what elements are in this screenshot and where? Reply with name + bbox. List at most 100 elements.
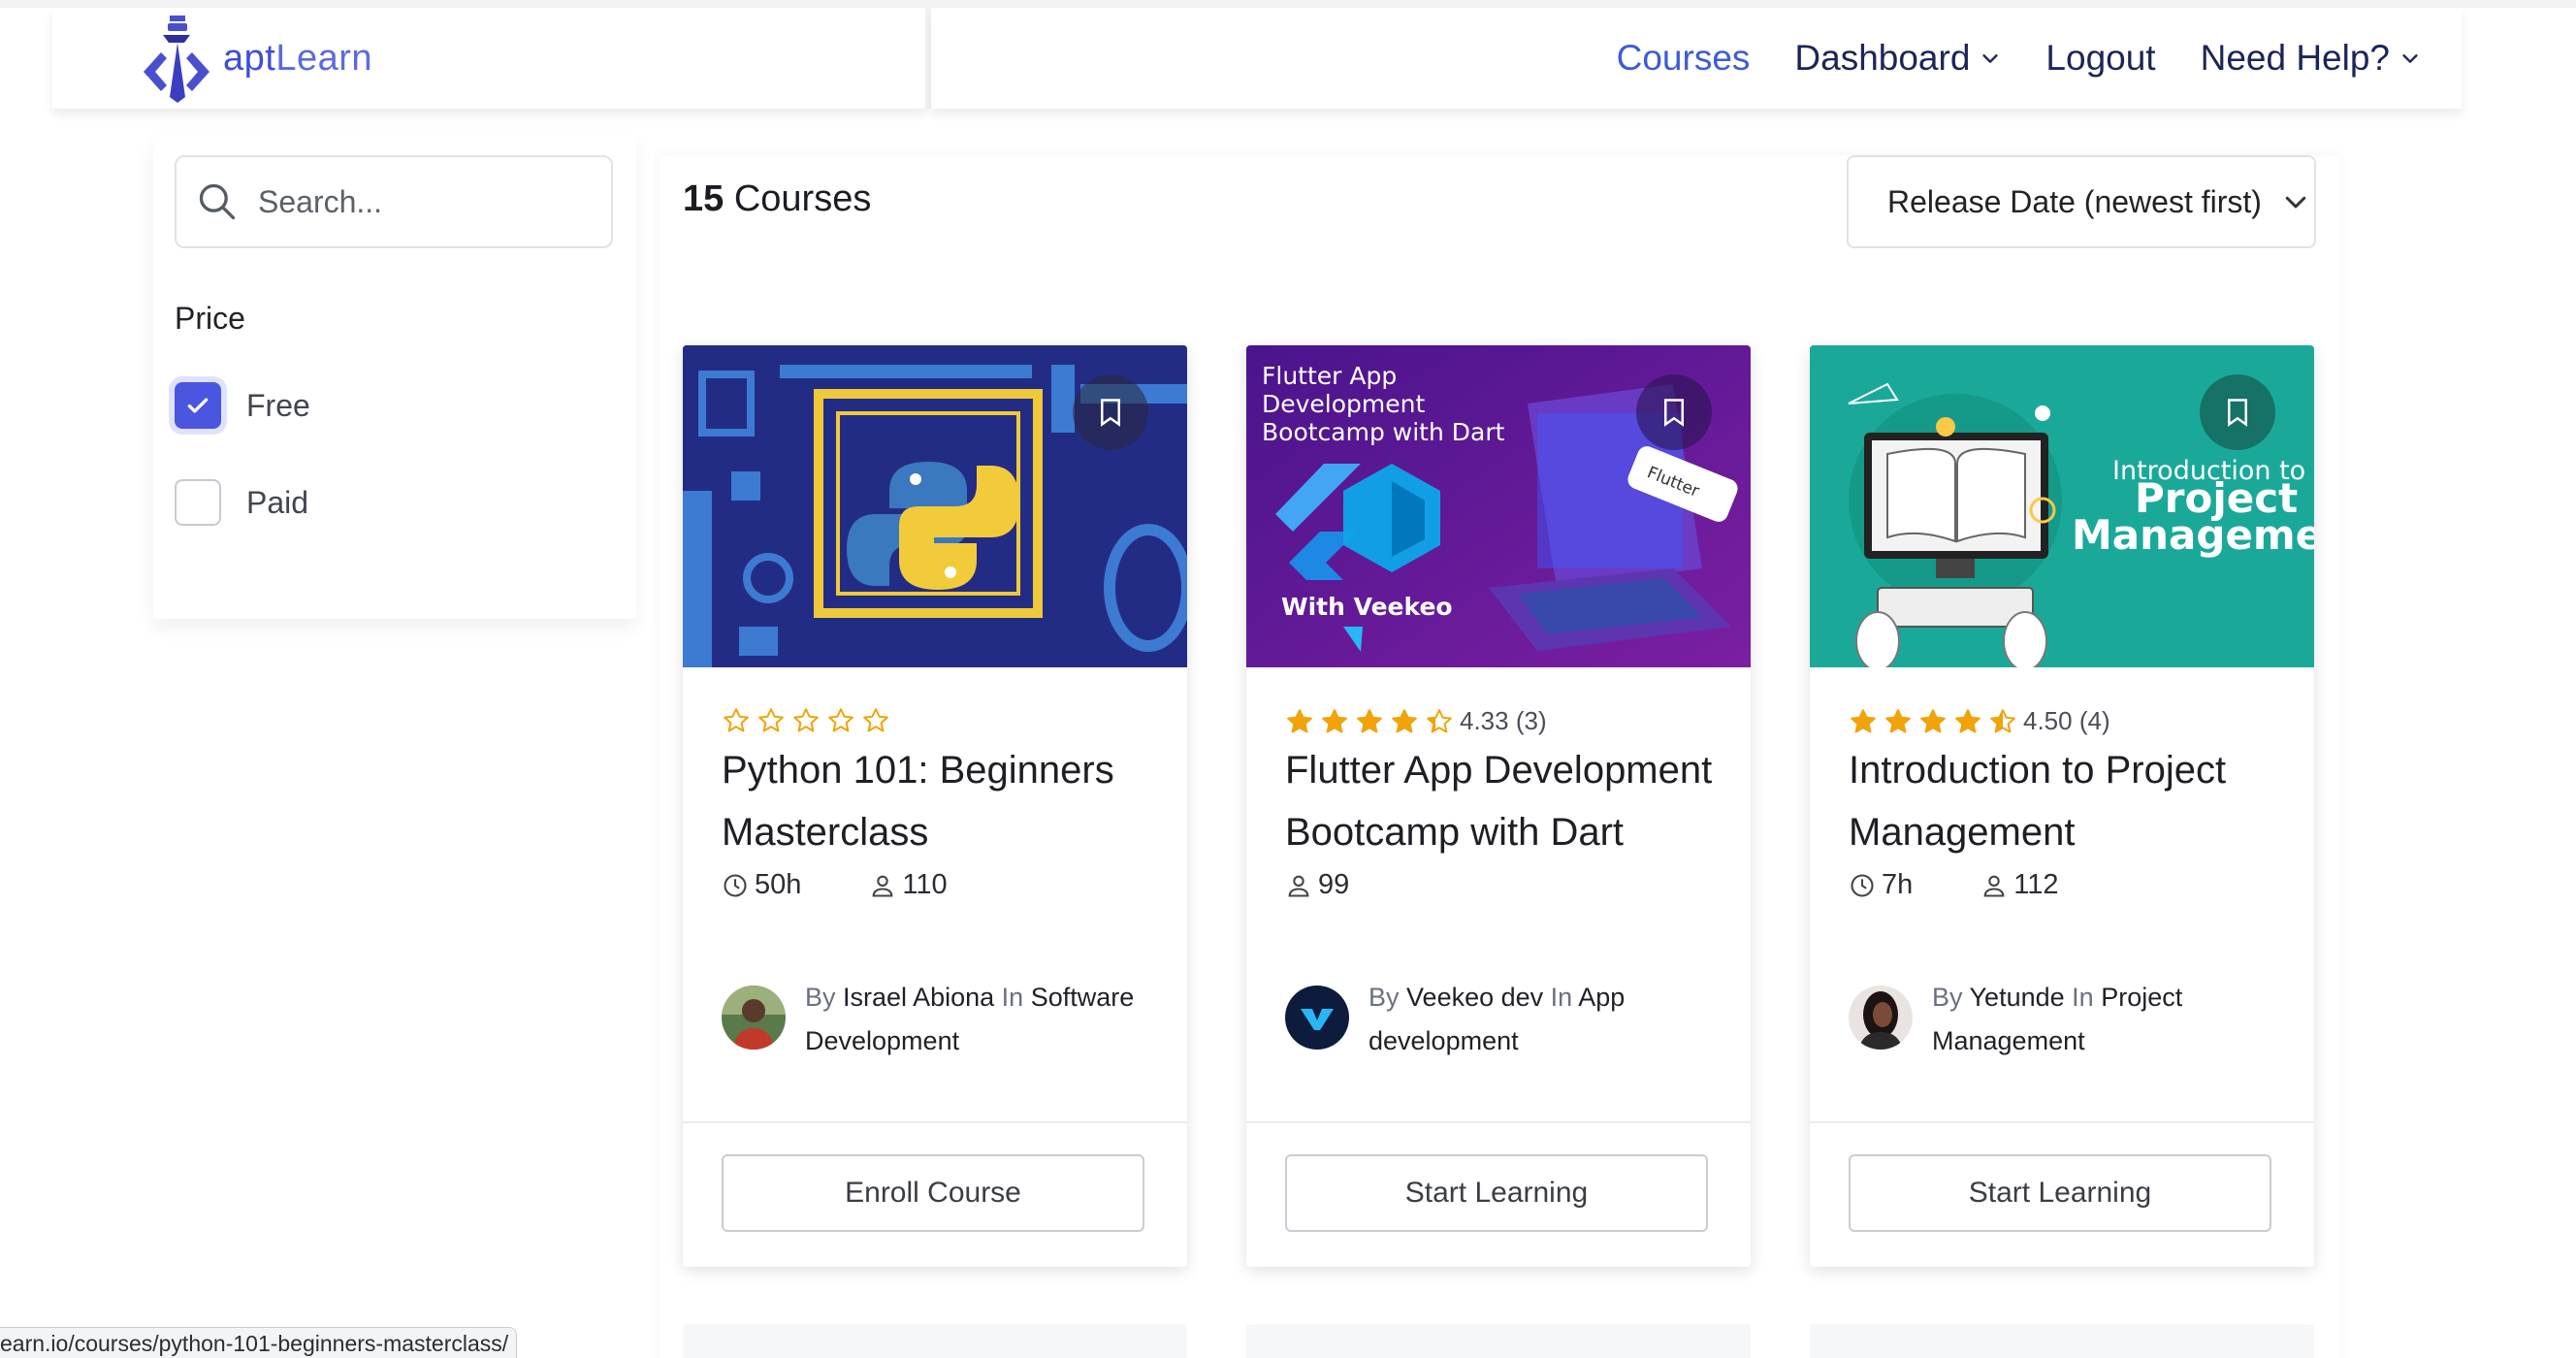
rating-stars	[1849, 707, 2017, 736]
site-logo[interactable]: aptLearn	[138, 14, 372, 103]
star-icon	[1955, 708, 1980, 732]
bookmark-button[interactable]	[2200, 374, 2275, 450]
by-label: By	[1368, 983, 1400, 1012]
course-card-project-management[interactable]: Introduction to Project Managemen 4.50 (…	[1810, 345, 2314, 1267]
veekeo-logo-avatar	[1285, 986, 1349, 1050]
logo-icon	[144, 16, 209, 103]
author-avatar	[1849, 986, 1913, 1050]
course-thumbnail-flutter[interactable]: Flutter App Development Bootcamp with Da…	[1246, 345, 1751, 667]
card-divider	[1810, 1121, 2314, 1123]
course-meta: 99	[1285, 869, 1349, 901]
star-icon	[1920, 708, 1946, 732]
search-field[interactable]	[175, 155, 613, 248]
course-author: By Yetunde In Project Management	[1849, 976, 2281, 1063]
nav-dashboard-label: Dashboard	[1794, 38, 1971, 78]
course-students-value: 110	[902, 869, 948, 900]
by-label: By	[805, 983, 836, 1012]
clock-icon	[1851, 873, 1874, 897]
nav-logout[interactable]: Logout	[2045, 38, 2155, 79]
course-rating: 4.50 (4)	[1849, 706, 2110, 736]
course-duration-value: 7h	[1882, 869, 1914, 900]
author-name[interactable]: Israel Abiona	[843, 983, 994, 1012]
course-card-next-row[interactable]	[1246, 1324, 1751, 1358]
course-count-label: Courses	[733, 178, 872, 219]
author-avatar	[1285, 986, 1349, 1050]
nav-courses[interactable]: Courses	[1617, 38, 1751, 79]
bookmark-button[interactable]	[1636, 374, 1712, 450]
course-author: By Veekeo dev In App development	[1285, 976, 1718, 1063]
course-students-value: 99	[1318, 869, 1350, 900]
start-learning-button[interactable]: Start Learning	[1285, 1154, 1708, 1232]
star-icon	[1357, 708, 1382, 732]
enroll-course-button[interactable]: Enroll Course	[722, 1154, 1144, 1232]
course-list-panel: 15 Courses Release Date (newest first) P…	[660, 155, 2339, 1358]
course-count-number: 15	[683, 178, 724, 219]
author-info: By Veekeo dev In App development	[1368, 976, 1718, 1063]
course-duration-value: 50h	[755, 869, 802, 900]
browser-status-url: earn.io/courses/python-101-beginners-mas…	[0, 1327, 518, 1358]
nav-courses-label: Courses	[1616, 38, 1751, 78]
free-checkbox[interactable]	[175, 382, 221, 429]
star-icon	[863, 708, 888, 732]
thumb-sub-text: With Veekeo	[1281, 593, 1453, 621]
search-input[interactable]	[258, 183, 588, 220]
in-label: In	[1001, 983, 1024, 1012]
course-title[interactable]: Python 101: Beginners Masterclass	[722, 739, 1158, 863]
nav-logout-label: Logout	[2045, 38, 2156, 78]
author-avatar	[722, 986, 786, 1050]
bookmark-icon	[1664, 399, 1684, 427]
course-card-python[interactable]: Python 101: Beginners Masterclass 50h 11…	[683, 345, 1187, 1267]
checkmark-icon	[187, 398, 209, 413]
course-title[interactable]: Introduction to Project Management	[1849, 739, 2285, 863]
start-learning-button[interactable]: Start Learning	[1849, 1154, 2271, 1232]
sort-label: Release Date (newest first)	[1887, 183, 2262, 219]
rating-stars	[1285, 707, 1454, 736]
bookmark-button[interactable]	[1073, 374, 1148, 450]
author-name[interactable]: Veekeo dev	[1406, 983, 1543, 1012]
clock-icon	[724, 873, 747, 897]
user-icon	[1288, 875, 1309, 897]
course-duration: 7h	[1849, 869, 1913, 901]
bookmark-icon	[1101, 399, 1120, 427]
author-info: By Israel Abiona In Software Development	[805, 976, 1154, 1063]
author-name[interactable]: Yetunde	[1970, 983, 2065, 1012]
user-icon	[873, 875, 893, 897]
star-icon	[724, 708, 749, 732]
course-title[interactable]: Flutter App Development Bootcamp with Da…	[1285, 739, 1722, 863]
filter-free[interactable]: Free	[175, 382, 310, 429]
browser-top-strip	[0, 0, 2576, 8]
filter-sidebar: Price Free Paid	[153, 134, 636, 619]
course-meta: 7h 112	[1849, 869, 2059, 901]
logo-text-learn: Learn	[275, 37, 373, 79]
star-icon	[1885, 708, 1911, 732]
thumb-text-line1: Flutter App	[1262, 362, 1397, 390]
paid-checkbox[interactable]	[175, 479, 221, 526]
rating-text: 4.50 (4)	[2023, 706, 2110, 735]
course-thumbnail-python[interactable]	[683, 345, 1187, 667]
course-meta: 50h 110	[722, 869, 948, 901]
star-icon	[828, 708, 853, 732]
main-nav: Courses Dashboard Logout Need Help?	[1617, 8, 2421, 109]
paid-label: Paid	[246, 484, 309, 520]
nav-need-help[interactable]: Need Help?	[2201, 38, 2421, 79]
card-divider	[683, 1121, 1187, 1123]
chevron-down-icon	[2285, 196, 2306, 209]
price-filter-title: Price	[175, 301, 245, 336]
course-author: By Israel Abiona In Software Development	[722, 976, 1154, 1063]
thumb-text-line3: Managemen	[2072, 511, 2314, 559]
sort-dropdown[interactable]: Release Date (newest first)	[1847, 155, 2316, 248]
chevron-down-icon	[1982, 54, 1999, 63]
thumb-text-line2: Development	[1262, 390, 1425, 418]
avatar-photo	[1849, 986, 1913, 1050]
rating-text: 4.33 (3)	[1460, 706, 1547, 735]
course-thumbnail-project-management[interactable]: Introduction to Project Managemen	[1810, 345, 2314, 667]
logo-wordmark: aptLearn	[223, 38, 372, 80]
course-card-flutter[interactable]: Flutter App Development Bootcamp with Da…	[1246, 345, 1751, 1267]
search-icon	[199, 183, 236, 220]
logo-text-apt: apt	[223, 37, 276, 79]
course-card-next-row[interactable]	[1810, 1324, 2314, 1358]
course-card-next-row[interactable]	[683, 1324, 1187, 1358]
filter-paid[interactable]: Paid	[175, 479, 308, 526]
nav-dashboard[interactable]: Dashboard	[1794, 38, 2001, 79]
course-students: 99	[1285, 869, 1349, 901]
